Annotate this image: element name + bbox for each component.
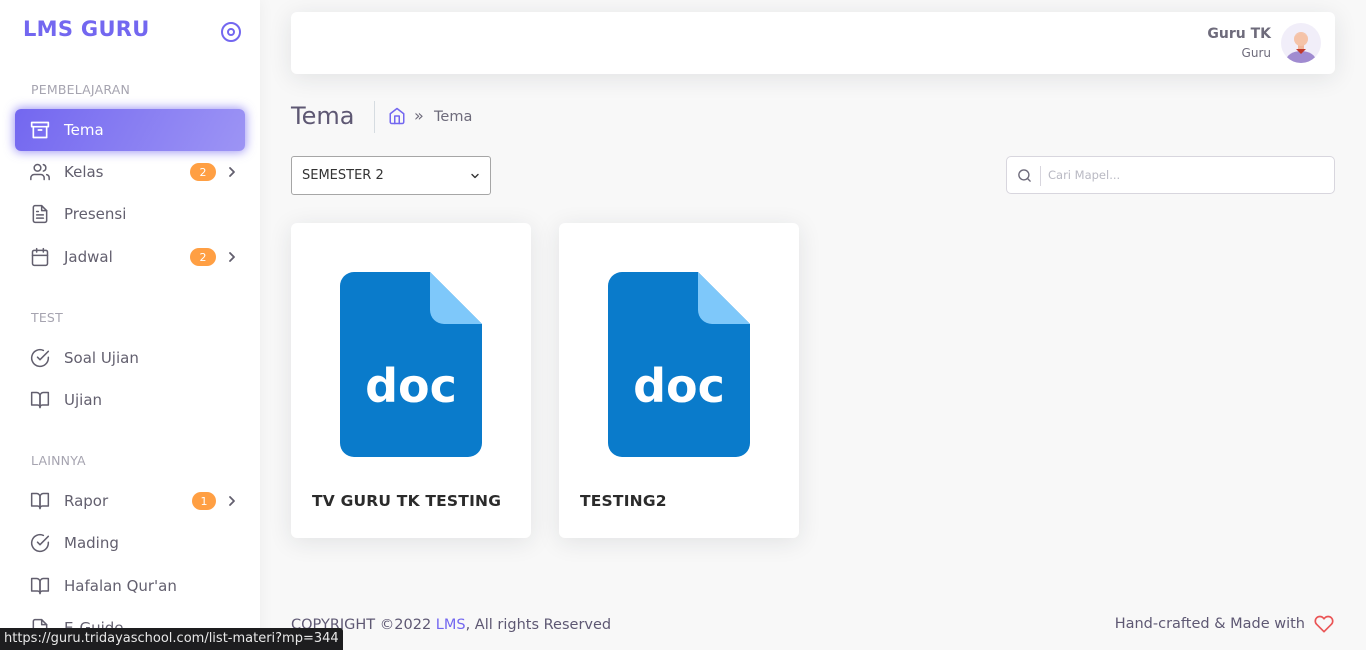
check-circle-icon (30, 533, 50, 553)
sidebar-item-label: Ujian (64, 391, 103, 409)
check-circle-icon (30, 348, 50, 368)
tema-card[interactable]: doc TESTING2 (559, 223, 799, 538)
doc-icon-text: doc (633, 359, 725, 413)
status-bar-url: https://guru.tridayaschool.com/list-mate… (0, 628, 343, 650)
sidebar-item-label: Rapor (64, 492, 109, 510)
brand-logo[interactable]: LMS GURU (23, 17, 150, 41)
section-header-other: LAINNYA (31, 453, 86, 468)
rights-text: , All rights Reserved (465, 617, 612, 633)
count-badge: 2 (190, 163, 216, 181)
sidebar-item-label: Presensi (64, 205, 127, 223)
sidebar-item-ujian[interactable]: Ujian (15, 379, 245, 421)
count-badge: 1 (192, 492, 216, 510)
breadcrumb: Tema (434, 109, 473, 125)
sidebar-item-label: Mading (64, 534, 119, 552)
users-icon (30, 162, 50, 182)
sidebar-item-label: Kelas (64, 163, 104, 181)
semester-select-value: SEMESTER 2 (302, 168, 384, 183)
search-box[interactable] (1006, 156, 1335, 194)
footer-made-with: Hand-crafted & Made with (1115, 614, 1335, 634)
chevron-right-icon (229, 496, 235, 506)
chevron-right-icon (229, 252, 235, 262)
sidebar-item-label: Hafalan Qur'an (64, 577, 177, 595)
sidebar-item-label: Jadwal (64, 248, 113, 266)
search-icon (1018, 169, 1031, 182)
sidebar-item-hafalan-quran[interactable]: Hafalan Qur'an (15, 565, 245, 607)
lms-link[interactable]: LMS (436, 617, 466, 633)
breadcrumb-separator: » (414, 106, 424, 125)
archive-icon (30, 120, 50, 140)
file-text-icon (30, 204, 50, 224)
chevron-right-icon (229, 167, 235, 177)
sidebar-item-jadwal[interactable]: Jadwal 2 (15, 236, 245, 278)
sidebar-item-soal-ujian[interactable]: Soal Ujian (15, 337, 245, 379)
user-name[interactable]: Guru TK (1207, 26, 1271, 42)
sidebar-item-mading[interactable]: Mading (15, 522, 245, 564)
title-divider (374, 101, 375, 133)
doc-file-icon: doc (340, 272, 482, 457)
section-header-learning: PEMBELAJARAN (31, 82, 130, 97)
heart-icon (1314, 615, 1334, 633)
doc-file-icon: doc (608, 272, 750, 457)
doc-icon-text: doc (365, 359, 457, 413)
sidebar-toggle-icon[interactable] (221, 22, 241, 42)
made-with-text: Hand-crafted & Made with (1114, 616, 1305, 632)
sidebar-item-kelas[interactable]: Kelas 2 (15, 151, 245, 193)
page-title: Tema (291, 102, 355, 130)
chevron-down-icon (471, 173, 479, 179)
sidebar: LMS GURU PEMBELAJARAN Tema Kelas 2 Prese… (0, 0, 260, 650)
tema-card[interactable]: doc TV GURU TK TESTING (291, 223, 531, 538)
card-title[interactable]: TV GURU TK TESTING (312, 492, 501, 510)
sidebar-item-tema[interactable]: Tema (15, 109, 245, 151)
book-open-icon (30, 491, 50, 511)
sidebar-item-rapor[interactable]: Rapor 1 (15, 480, 245, 522)
search-input[interactable] (1048, 163, 1328, 187)
top-navbar: Guru TK Guru (291, 12, 1335, 74)
user-role: Guru (1241, 46, 1271, 60)
count-badge: 2 (190, 248, 216, 266)
sidebar-item-label: Tema (64, 121, 104, 139)
home-icon[interactable] (388, 107, 406, 125)
search-divider (1040, 166, 1041, 186)
calendar-icon (30, 247, 50, 267)
sidebar-item-presensi[interactable]: Presensi (15, 193, 245, 235)
semester-select[interactable]: SEMESTER 2 (291, 156, 491, 195)
book-open-icon (30, 576, 50, 596)
section-header-test: TEST (31, 310, 63, 325)
book-open-icon (30, 390, 50, 410)
sidebar-item-label: Soal Ujian (64, 349, 139, 367)
avatar[interactable] (1281, 23, 1321, 63)
card-title[interactable]: TESTING2 (580, 492, 667, 510)
